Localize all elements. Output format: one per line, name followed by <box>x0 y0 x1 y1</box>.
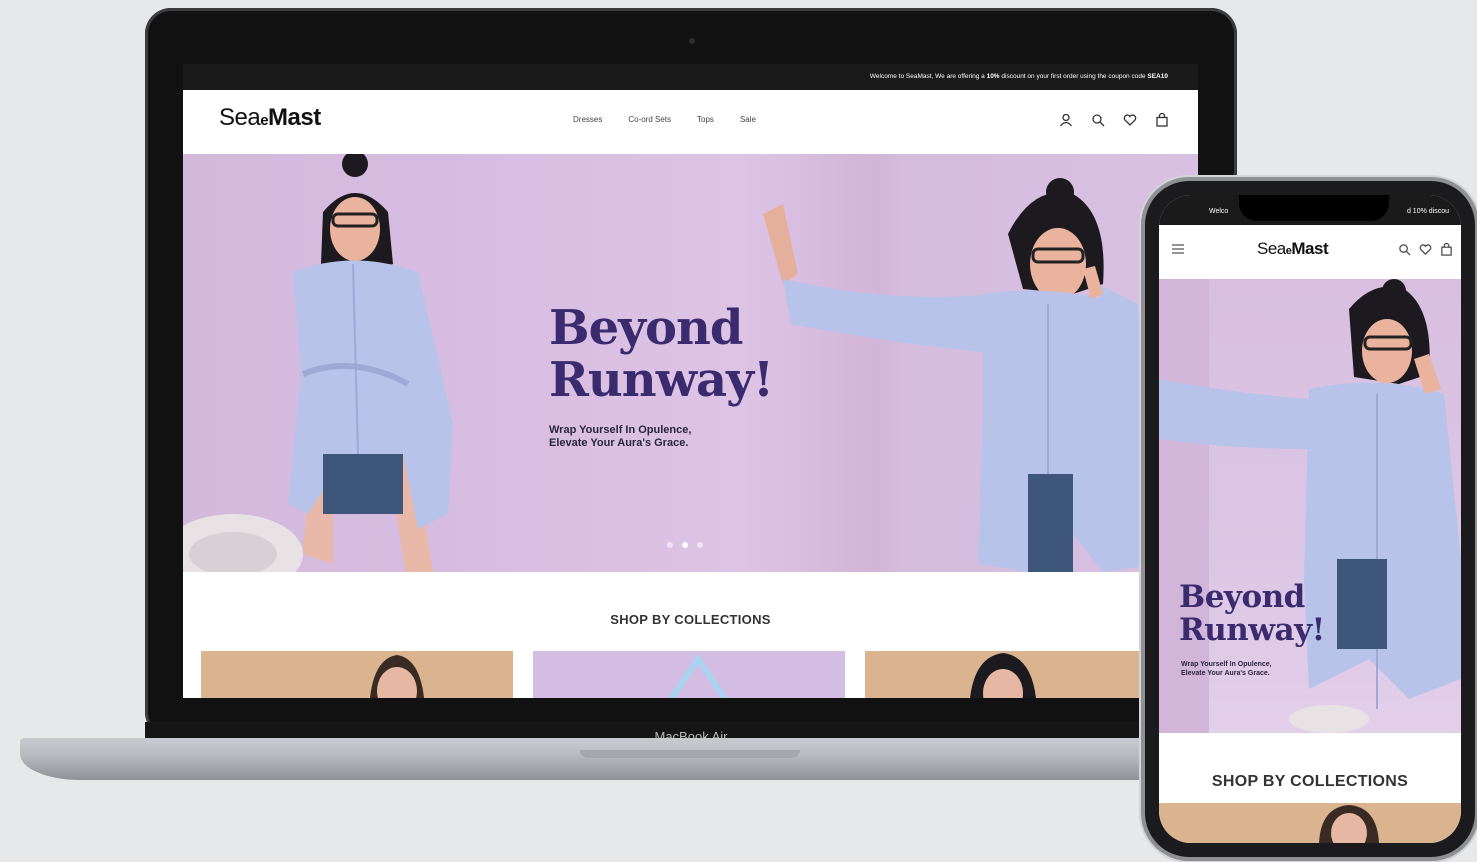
phone-logo-mast: Mast <box>1291 239 1329 258</box>
phone-brand-logo[interactable]: SeaeMast <box>1257 239 1329 259</box>
hero-title-line2: Runway! <box>549 352 774 408</box>
laptop-base <box>20 738 1240 780</box>
site-header: SeaeMast Dresses Co-ord Sets Tops Sale <box>183 90 1198 154</box>
search-icon[interactable] <box>1088 110 1108 130</box>
heart-icon[interactable] <box>1120 110 1140 130</box>
phone-hero-subtitle-line2: Elevate Your Aura's Grace. <box>1181 670 1270 677</box>
phone-hero-title: Beyond Runway! <box>1179 581 1325 647</box>
collection-card-1[interactable] <box>201 651 513 698</box>
phone-bag-icon[interactable] <box>1440 243 1453 256</box>
hero-model-left-image <box>183 154 453 572</box>
main-nav: Dresses Co-ord Sets Tops Sale <box>573 115 756 124</box>
announcement-bar: Welcome to SeaMast, We are offering a 10… <box>183 64 1198 90</box>
collection-card-3[interactable] <box>865 651 1177 698</box>
collection-card-2-image <box>668 653 728 698</box>
hero-subtitle-line2: Elevate Your Aura's Grace. <box>549 437 689 449</box>
carousel-dots <box>667 542 703 548</box>
hero-subtitle-line1: Wrap Yourself In Opulence, <box>549 424 692 436</box>
logo-e: e <box>260 112 269 129</box>
user-icon[interactable] <box>1056 110 1076 130</box>
nav-item-coord-sets[interactable]: Co-ord Sets <box>628 115 671 124</box>
laptop-screen: Welcome to SeaMast, We are offering a 10… <box>183 64 1198 698</box>
header-icons <box>1056 110 1172 130</box>
collection-card-3-image <box>970 653 1036 698</box>
phone-notch <box>1239 195 1389 221</box>
announcement-text: Welcome to SeaMast, We are offering a <box>869 73 985 80</box>
logo-mast: Mast <box>268 104 321 131</box>
collection-cards <box>201 651 1198 698</box>
phone-status-right: d 10% discou <box>1406 208 1449 215</box>
phone-heart-icon[interactable] <box>1419 243 1432 256</box>
camera-icon <box>689 38 695 44</box>
nav-item-dresses[interactable]: Dresses <box>573 115 602 124</box>
phone-collection-card-1[interactable] <box>1159 803 1461 843</box>
hero-model-right-image <box>763 178 1158 572</box>
collection-card-1-image <box>370 655 424 698</box>
phone-hero-title-line2: Runway! <box>1179 612 1325 648</box>
logo-sea: Sea <box>219 104 261 131</box>
collections-title: SHOP BY COLLECTIONS <box>610 612 771 627</box>
nav-item-tops[interactable]: Tops <box>697 115 714 124</box>
phone-search-icon[interactable] <box>1398 243 1411 256</box>
phone-logo-sea: Sea <box>1257 239 1286 258</box>
nav-item-sale[interactable]: Sale <box>740 115 756 124</box>
phone-screen: Welco d 10% discou SeaeMast Beyond Runwa… <box>1159 195 1461 843</box>
phone-status-left: Welco <box>1209 208 1229 215</box>
collection-card-2[interactable] <box>533 651 845 698</box>
phone-hero-banner[interactable]: Beyond Runway! Wrap Yourself In Opulence… <box>1159 279 1461 733</box>
hero-subtitle: Wrap Yourself In Opulence, Elevate Your … <box>549 424 789 450</box>
phone-collection-card-image <box>1319 805 1379 843</box>
hamburger-menu-icon[interactable] <box>1171 243 1185 255</box>
phone-header-icons <box>1398 243 1453 256</box>
phone-header: SeaeMast <box>1159 225 1461 279</box>
hero-banner[interactable]: Beyond Runway! Wrap Yourself In Opulence… <box>183 154 1198 572</box>
laptop-device: Welcome to SeaMast, We are offering a 10… <box>145 8 1237 738</box>
phone-collections-title: SHOP BY COLLECTIONS <box>1211 773 1409 790</box>
laptop-trackpad-notch <box>580 750 800 758</box>
bag-icon[interactable] <box>1152 110 1172 130</box>
phone-hero-subtitle-line1: Wrap Yourself In Opulence, <box>1181 661 1272 668</box>
carousel-dot-1[interactable] <box>667 542 673 548</box>
carousel-dot-3[interactable] <box>697 542 703 548</box>
hero-title: Beyond Runway! <box>549 300 774 408</box>
phone-device: Welco d 10% discou SeaeMast Beyond Runwa… <box>1145 181 1475 857</box>
phone-hero-title-line1: Beyond <box>1179 579 1305 615</box>
phone-hero-subtitle: Wrap Yourself In Opulence, Elevate Your … <box>1181 660 1341 678</box>
carousel-dot-2[interactable] <box>682 542 688 548</box>
announcement-text-after: discount on your first order using the c… <box>1001 73 1146 80</box>
brand-logo[interactable]: SeaeMast <box>219 104 321 132</box>
hero-title-line1: Beyond <box>549 300 743 356</box>
coupon-code: SEA10 <box>1147 73 1168 80</box>
announcement-highlight: 10% <box>986 73 1000 80</box>
